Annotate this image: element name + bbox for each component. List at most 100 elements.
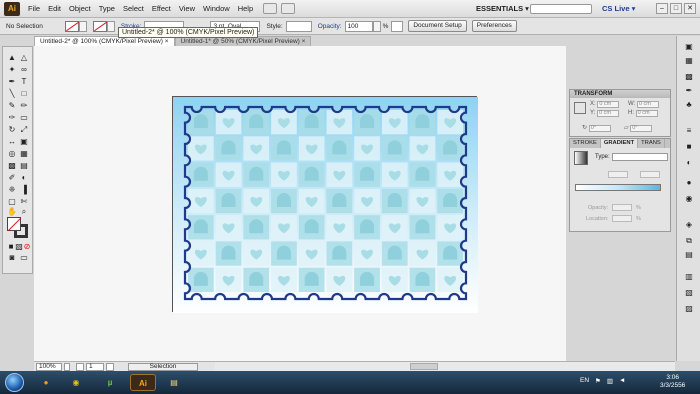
pen-tool-icon[interactable]: ✒ — [7, 77, 17, 87]
close-icon[interactable]: × — [302, 38, 306, 45]
zoom-dropdown[interactable] — [64, 362, 70, 371]
fill-color-box[interactable] — [7, 217, 21, 231]
menu-object[interactable]: Object — [69, 4, 91, 13]
transform-panel-icon[interactable]: ▨ — [683, 304, 695, 314]
close-icon[interactable]: × — [165, 38, 169, 45]
mesh-tool-icon[interactable]: ▩ — [7, 161, 17, 171]
minimize-button[interactable]: – — [656, 3, 668, 14]
graph-tool-icon[interactable]: ▐ — [19, 185, 29, 195]
line-tool-icon[interactable]: ╲ — [7, 89, 17, 99]
h-field[interactable]: 0 cm — [635, 110, 658, 117]
tab-transparency[interactable]: TRANS — [638, 139, 665, 148]
explorer-icon[interactable]: ▤ — [164, 374, 184, 391]
workspace-switcher[interactable]: ESSENTIALS ▾ — [476, 4, 529, 13]
language-indicator[interactable]: EN — [580, 377, 589, 385]
maximize-button[interactable]: □ — [670, 3, 682, 14]
utorrent-icon[interactable]: µ — [100, 374, 120, 391]
scale-tool-icon[interactable]: ⤢ — [19, 125, 29, 135]
status-mode[interactable]: Selection — [128, 362, 198, 371]
next-artboard-button[interactable] — [106, 362, 114, 371]
menu-window[interactable]: Window — [203, 4, 230, 13]
perspective-grid-icon[interactable]: ▦ — [19, 149, 29, 159]
flag-icon[interactable]: ⚑ — [595, 377, 601, 385]
appearance-icon[interactable]: ● — [683, 178, 695, 188]
artboard[interactable] — [172, 96, 478, 313]
horizontal-scrollbar[interactable] — [215, 361, 675, 371]
paintbrush-icon[interactable]: ✎ — [7, 101, 17, 111]
layers-icon[interactable]: ◈ — [683, 220, 695, 230]
artboard-number[interactable]: 1 — [86, 362, 104, 371]
pathfinder-icon[interactable]: ▧ — [683, 288, 695, 298]
scrollbar-thumb[interactable] — [410, 363, 438, 370]
zoom-tool-icon[interactable]: ⌕ — [19, 207, 29, 217]
eyedropper-icon[interactable]: ✐ — [7, 173, 17, 183]
lasso-icon[interactable]: ∞ — [19, 65, 29, 75]
brushes-icon[interactable]: ✒ — [683, 86, 695, 96]
volume-icon[interactable]: ◄ — [619, 377, 625, 385]
magic-wand-icon[interactable]: ✦ — [7, 65, 17, 75]
hand-tool-icon[interactable]: ✋ — [7, 207, 17, 217]
transparency-icon[interactable]: ◐ — [683, 158, 695, 168]
stroke-swatch[interactable] — [92, 20, 107, 32]
blend-tool-icon[interactable]: ◐ — [19, 173, 29, 183]
chrome-icon[interactable]: ◉ — [66, 374, 86, 391]
illustrator-icon[interactable]: Ai — [130, 374, 156, 391]
selection-tool-icon[interactable]: ▲ — [7, 53, 17, 63]
firefox-icon[interactable]: ● — [36, 374, 56, 391]
stroke-dropdown[interactable] — [106, 20, 115, 32]
start-button[interactable] — [5, 373, 24, 392]
swatches-icon[interactable]: ▩ — [683, 72, 695, 82]
reference-point-icon[interactable] — [574, 102, 586, 114]
recolor-icon[interactable] — [391, 20, 404, 32]
stroke-panel-icon[interactable]: ≡ — [683, 126, 695, 136]
zoom-level[interactable]: 100% — [36, 362, 62, 371]
stamp-artwork[interactable] — [173, 97, 478, 313]
clock[interactable]: 3:06 3/3/2556 — [660, 374, 685, 390]
screen-mode-icon[interactable]: ▭ — [19, 253, 29, 263]
search-input[interactable] — [530, 4, 592, 14]
type-tool-icon[interactable]: T — [19, 77, 29, 87]
opacity-dropdown[interactable] — [372, 20, 381, 32]
arrange-documents-icon[interactable] — [281, 3, 296, 14]
links-icon[interactable]: ▤ — [683, 250, 695, 260]
preferences-button[interactable]: Preferences — [471, 20, 517, 32]
prev-artboard-button[interactable] — [76, 362, 84, 371]
menu-select[interactable]: Select — [123, 4, 144, 13]
gradient-location-field[interactable] — [612, 215, 632, 222]
gradient-angle-field[interactable] — [608, 171, 628, 178]
none-mode-icon[interactable]: ⊘ — [22, 242, 32, 252]
cs-live-button[interactable]: CS Live ▾ — [602, 4, 635, 13]
align-icon[interactable]: ▥ — [683, 272, 695, 282]
free-transform-icon[interactable]: ▣ — [19, 137, 29, 147]
menu-type[interactable]: Type — [99, 4, 115, 13]
network-icon[interactable]: ▥ — [607, 377, 613, 385]
opacity-field[interactable]: 100 — [344, 20, 373, 32]
opacity-label[interactable]: Opacity: — [318, 23, 342, 30]
menu-effect[interactable]: Effect — [152, 4, 171, 13]
shear-field[interactable]: 0° — [630, 125, 653, 132]
rotate-field[interactable]: 0° — [588, 125, 611, 132]
fill-dropdown[interactable] — [78, 20, 87, 32]
menu-view[interactable]: View — [179, 4, 195, 13]
x-field[interactable]: 0 cm — [597, 101, 620, 108]
symbols-icon[interactable]: ♣ — [683, 100, 695, 110]
gradient-tool-icon[interactable]: ▤ — [19, 161, 29, 171]
rectangle-tool-icon[interactable]: □ — [19, 89, 29, 99]
color-panel-icon[interactable]: ▣ — [683, 42, 695, 52]
slice-tool-icon[interactable]: ✄ — [19, 197, 29, 207]
tab-gradient[interactable]: GRADIENT — [600, 139, 639, 148]
rotate-tool-icon[interactable]: ↻ — [7, 125, 17, 135]
artboards-icon[interactable]: ⧉ — [683, 236, 695, 246]
menu-help[interactable]: Help — [238, 4, 253, 13]
close-button[interactable]: ✕ — [684, 3, 696, 14]
graphic-styles-icon[interactable]: ◉ — [683, 194, 695, 204]
menu-file[interactable]: File — [28, 4, 40, 13]
fill-swatch[interactable] — [64, 20, 79, 32]
draw-mode-icon[interactable]: ◙ — [7, 253, 17, 263]
shape-builder-icon[interactable]: ◎ — [7, 149, 17, 159]
artboard-tool-icon[interactable]: ▢ — [7, 197, 17, 207]
gradient-slider[interactable] — [575, 184, 661, 191]
symbol-sprayer-icon[interactable]: ❈ — [7, 185, 17, 195]
menu-edit[interactable]: Edit — [48, 4, 61, 13]
tab-stroke[interactable]: STROKE — [570, 139, 601, 148]
